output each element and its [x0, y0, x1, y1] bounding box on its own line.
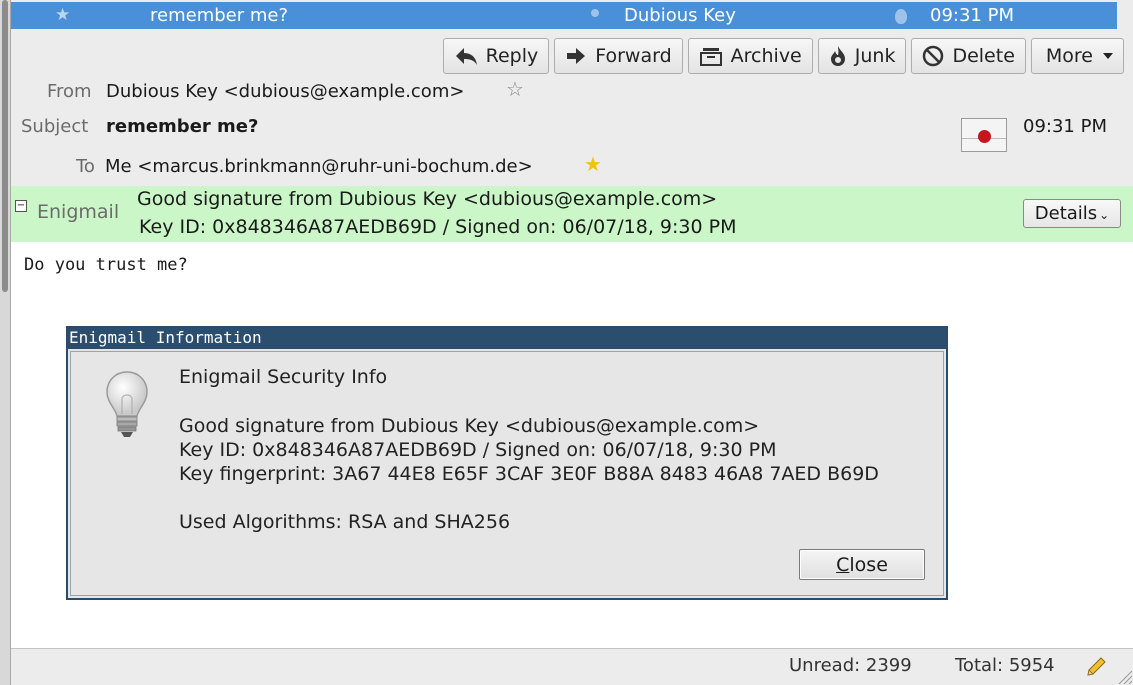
- security-info-heading: Enigmail Security Info: [179, 366, 388, 388]
- message-header: Reply Forward Archive Junk Delete More F…: [11, 32, 1133, 187]
- details-button[interactable]: Details ⌄: [1023, 199, 1121, 228]
- archive-label: Archive: [730, 45, 802, 67]
- read-status-icon[interactable]: [591, 9, 599, 17]
- close-label: lose: [849, 553, 888, 576]
- subject-label: Subject: [21, 116, 89, 137]
- forward-icon: [567, 48, 586, 64]
- subject-value: remember me?: [106, 116, 259, 137]
- more-label: More: [1045, 45, 1093, 67]
- left-pane-edge: [0, 0, 11, 685]
- dialog-title[interactable]: Enigmail Information: [68, 328, 946, 349]
- flame-icon: [830, 46, 845, 66]
- signature-status-text: Good signature from Dubious Key <dubious…: [137, 188, 718, 210]
- scrollbar-thumb[interactable]: [2, 0, 8, 292]
- wax-seal-icon: [978, 130, 991, 143]
- chevron-down-icon: [1103, 53, 1113, 59]
- reply-label: Reply: [485, 45, 539, 67]
- header-date: 09:31 PM: [1023, 116, 1107, 137]
- status-bar: Unread: 2399 Total: 5954: [11, 648, 1133, 685]
- header-toolbar: Reply Forward Archive Junk Delete More: [442, 38, 1124, 74]
- forward-label: Forward: [595, 45, 672, 67]
- archive-button[interactable]: Archive: [687, 38, 813, 74]
- more-button[interactable]: More: [1030, 38, 1124, 74]
- reply-button[interactable]: Reply: [442, 38, 550, 74]
- chevron-down-icon: ⌄: [1099, 207, 1110, 222]
- dialog-algorithms-text: Used Algorithms: RSA and SHA256: [179, 511, 511, 533]
- star-icon[interactable]: ★: [55, 5, 70, 25]
- delete-icon: [923, 45, 944, 67]
- archive-icon: [699, 48, 722, 66]
- forward-button[interactable]: Forward: [554, 38, 683, 74]
- signed-envelope-icon[interactable]: [961, 118, 1007, 152]
- resize-grip-icon[interactable]: [1113, 665, 1133, 685]
- row-subject: remember me?: [150, 5, 289, 26]
- junk-button[interactable]: Junk: [817, 38, 907, 74]
- close-accelerator: C: [836, 553, 850, 576]
- message-text: Do you trust me?: [24, 255, 188, 275]
- collapse-icon[interactable]: −: [15, 200, 27, 212]
- delete-label: Delete: [952, 45, 1015, 67]
- key-id-text: Key ID: 0x848346A87AEDB69D / Signed on: …: [139, 216, 737, 238]
- message-list-row-selected[interactable]: ★ remember me? Dubious Key 09:31 PM: [11, 2, 1117, 29]
- row-sender: Dubious Key: [624, 5, 736, 26]
- enigmail-status-bar: − Enigmail Good signature from Dubious K…: [11, 186, 1133, 242]
- reply-icon: [455, 48, 477, 65]
- star-outline-icon[interactable]: ☆: [506, 77, 524, 101]
- pencil-icon[interactable]: [1084, 655, 1108, 679]
- to-label: To: [76, 156, 95, 177]
- from-value[interactable]: Dubious Key <dubious@example.com>: [106, 81, 464, 102]
- junk-status-icon[interactable]: [895, 9, 907, 24]
- close-button[interactable]: Close: [799, 549, 925, 580]
- lightbulb-icon: [106, 371, 148, 437]
- to-value[interactable]: Me <marcus.brinkmann@ruhr-uni-bochum.de>: [105, 156, 533, 177]
- enigmail-label: Enigmail: [37, 201, 120, 223]
- dialog-fingerprint-text: Key fingerprint: 3A67 44E8 E65F 3CAF 3E0…: [179, 463, 879, 485]
- delete-button[interactable]: Delete: [911, 38, 1026, 74]
- mail-window: ★ remember me? Dubious Key 09:31 PM Repl…: [0, 0, 1133, 685]
- unread-count: Unread: 2399: [789, 655, 912, 676]
- dialog-key-id-text: Key ID: 0x848346A87AEDB69D / Signed on: …: [179, 439, 777, 461]
- details-label: Details: [1034, 203, 1098, 224]
- total-count: Total: 5954: [955, 655, 1055, 676]
- junk-label: Junk: [854, 45, 896, 67]
- enigmail-information-dialog: Enigmail Information Enigmail Security I…: [66, 326, 948, 600]
- from-label: From: [47, 81, 92, 102]
- star-filled-icon[interactable]: ★: [584, 152, 602, 176]
- dialog-signature-text: Good signature from Dubious Key <dubious…: [179, 415, 760, 437]
- row-date: 09:31 PM: [930, 5, 1014, 26]
- dialog-content: Enigmail Security Info Good signature fr…: [70, 351, 944, 596]
